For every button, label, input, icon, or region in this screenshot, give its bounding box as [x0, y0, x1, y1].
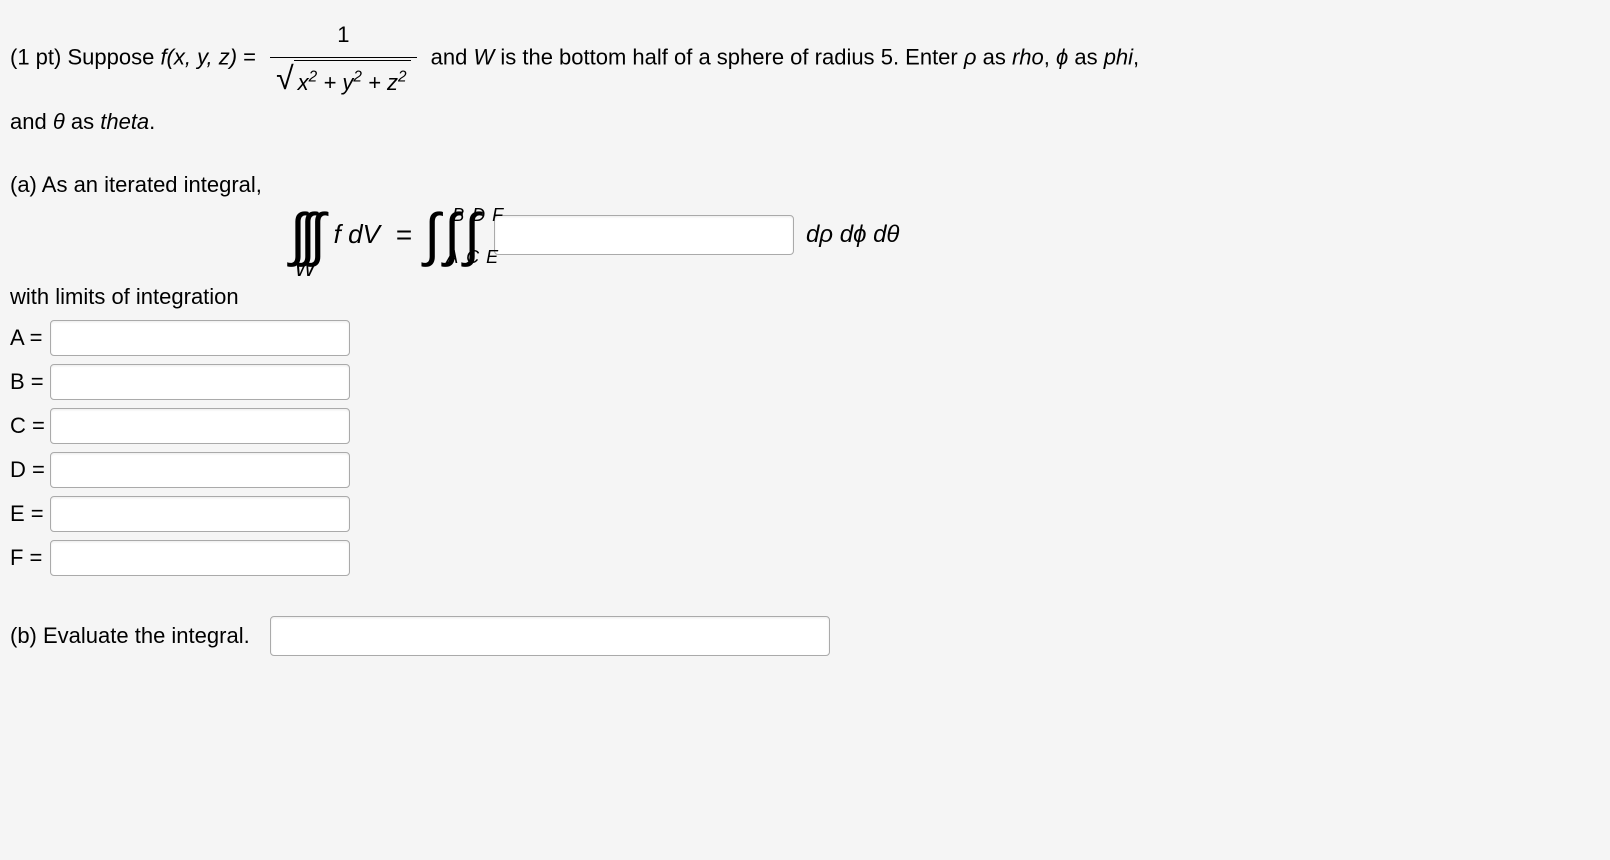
limit-label-B: B =	[10, 369, 50, 395]
region-subscript: W	[294, 256, 315, 282]
limit-input-B[interactable]	[50, 364, 350, 400]
limit-input-C[interactable]	[50, 408, 350, 444]
differentials: dρ dϕ dθ	[806, 221, 900, 249]
part-b-label: (b) Evaluate the integral.	[10, 623, 250, 649]
rho-symbol: ρ	[964, 44, 977, 69]
limit-row-D: D =	[10, 452, 1600, 488]
integral-middle: ∫ D C	[444, 206, 460, 264]
bound-E: E	[486, 248, 498, 266]
region-W: W	[473, 44, 494, 69]
sqrt-content: x2 + y2 + z2	[294, 60, 411, 103]
bound-F: F	[492, 206, 503, 224]
integral-expression: ∫∫∫ W f dV = ∫ B A ∫ D C ∫ F E dρ dϕ dθ	[290, 206, 1600, 264]
limits-heading: with limits of integration	[10, 284, 1600, 310]
limit-label-F: F =	[10, 545, 50, 571]
points-text: (1 pt) Suppose	[10, 44, 160, 69]
limit-input-D[interactable]	[50, 452, 350, 488]
limit-input-A[interactable]	[50, 320, 350, 356]
function-fxyz: f(x, y, z)	[160, 44, 237, 69]
limit-row-B: B =	[10, 364, 1600, 400]
limit-label-C: C =	[10, 413, 50, 439]
problem-statement: (1 pt) Suppose f(x, y, z) = 1 √ x2 + y2 …	[10, 15, 1600, 142]
fraction-denominator: √ x2 + y2 + z2	[270, 58, 416, 103]
part-b: (b) Evaluate the integral.	[10, 616, 1600, 656]
limit-row-F: F =	[10, 540, 1600, 576]
limit-label-D: D =	[10, 457, 50, 483]
rho-word: rho	[1012, 44, 1044, 69]
limit-row-E: E =	[10, 496, 1600, 532]
phi-word: phi	[1104, 44, 1133, 69]
evaluate-input[interactable]	[270, 616, 830, 656]
part-a-label: (a) As an iterated integral,	[10, 172, 1600, 198]
theta-word: theta	[100, 109, 149, 134]
sqrt-icon: √	[276, 62, 294, 94]
equals-sign: =	[396, 219, 412, 251]
integrand-input[interactable]	[494, 215, 794, 255]
limit-row-C: C =	[10, 408, 1600, 444]
theta-symbol: θ	[53, 109, 65, 134]
limit-row-A: A =	[10, 320, 1600, 356]
integral-inner: ∫ F E	[464, 206, 480, 264]
integral-outer: ∫ B A	[424, 206, 440, 264]
triple-integral: ∫∫∫ W	[290, 206, 320, 264]
limit-input-F[interactable]	[50, 540, 350, 576]
limit-label-E: E =	[10, 501, 50, 527]
integrand: f dV	[334, 219, 380, 250]
limit-label-A: A =	[10, 325, 50, 351]
phi-symbol: ϕ	[1056, 44, 1068, 69]
fraction: 1 √ x2 + y2 + z2	[270, 15, 416, 102]
radius-value: 5	[881, 44, 893, 69]
limit-input-E[interactable]	[50, 496, 350, 532]
fraction-numerator: 1	[270, 15, 416, 58]
